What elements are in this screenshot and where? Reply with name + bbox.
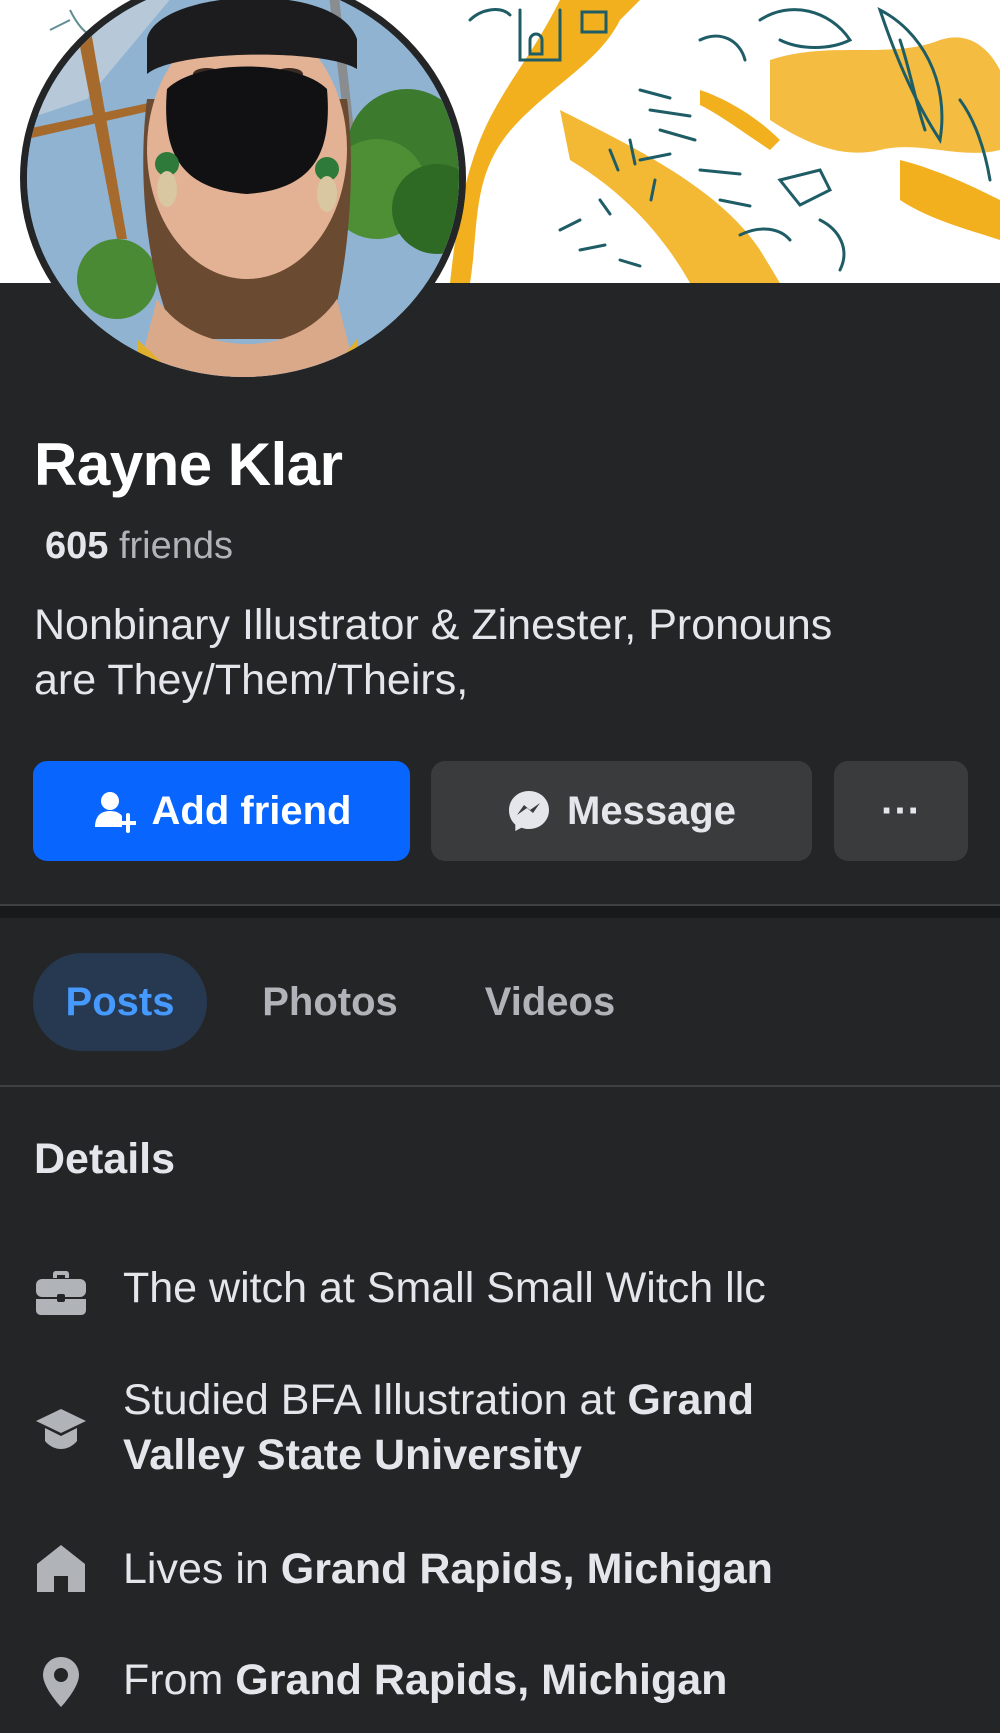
- message-button[interactable]: Message: [431, 761, 812, 861]
- map-pin-icon: [34, 1655, 88, 1709]
- education-prefix: Studied BFA Illustration at: [123, 1376, 628, 1424]
- bio-line-2: are They/Them/Theirs,: [34, 656, 469, 704]
- lives-in-text: Lives in Grand Rapids, Michigan: [123, 1542, 943, 1597]
- avatar-photo: [27, 0, 459, 377]
- person-plus-icon: [92, 789, 136, 833]
- school-name-line-2[interactable]: Valley State University: [123, 1431, 582, 1479]
- school-name-line-1[interactable]: Grand: [627, 1376, 754, 1424]
- profile-bio: Nonbinary Illustrator & Zinester, Pronou…: [34, 598, 934, 708]
- friends-label: friends: [108, 525, 234, 567]
- from-text: From Grand Rapids, Michigan: [123, 1653, 943, 1708]
- house-icon: [34, 1542, 88, 1596]
- tab-photos[interactable]: Photos: [245, 953, 415, 1051]
- details-heading: Details: [34, 1135, 176, 1183]
- from-place[interactable]: Grand Rapids, Michigan: [235, 1656, 727, 1704]
- tabs-divider: [0, 1085, 1000, 1087]
- lives-in-prefix: Lives in: [123, 1545, 281, 1593]
- profile-page: Rayne Klar 605 friends Nonbinary Illustr…: [0, 0, 1000, 1733]
- graduation-cap-icon: [34, 1403, 88, 1457]
- lives-in-place[interactable]: Grand Rapids, Michigan: [281, 1545, 773, 1593]
- messenger-icon: [507, 789, 551, 833]
- more-icon: ···: [881, 788, 921, 833]
- bio-line-1: Nonbinary Illustrator & Zinester, Pronou…: [34, 601, 833, 649]
- message-label: Message: [567, 788, 736, 833]
- tab-videos[interactable]: Videos: [465, 953, 635, 1051]
- from-prefix: From: [123, 1656, 236, 1704]
- more-options-button[interactable]: ···: [834, 761, 968, 861]
- tab-posts[interactable]: Posts: [33, 953, 207, 1051]
- education-text: Studied BFA Illustration at Grand Valley…: [123, 1373, 943, 1483]
- add-friend-label: Add friend: [151, 788, 352, 833]
- friends-count[interactable]: 605 friends: [45, 525, 233, 568]
- profile-name: Rayne Klar: [34, 431, 343, 498]
- work-text: The witch at Small Small Witch llc: [123, 1264, 766, 1312]
- section-gap: [0, 906, 1000, 918]
- friends-number: 605: [45, 525, 109, 567]
- profile-avatar[interactable]: [20, 0, 466, 384]
- add-friend-button[interactable]: Add friend: [33, 761, 410, 861]
- briefcase-icon: [34, 1266, 88, 1320]
